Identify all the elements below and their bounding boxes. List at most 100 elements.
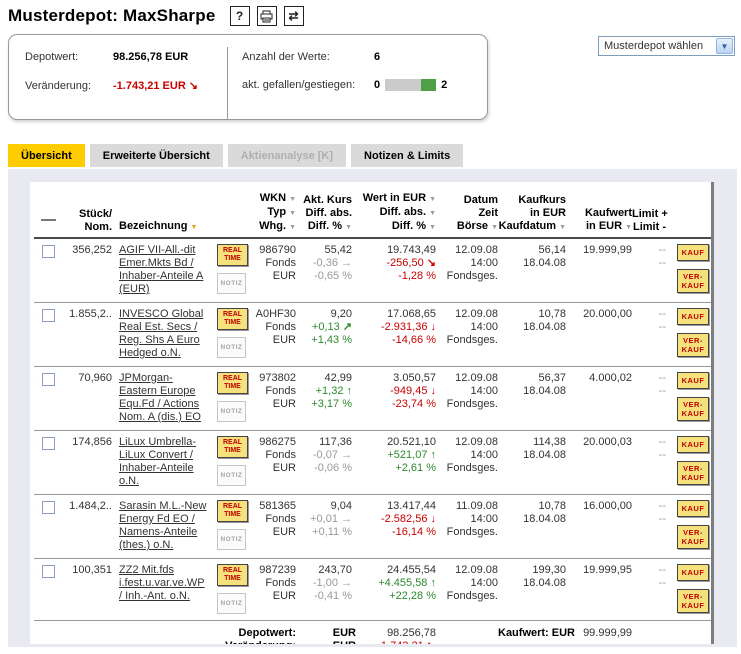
- kauf-button[interactable]: KAUF: [677, 244, 709, 261]
- instrument-link[interactable]: ZZ2 Mit.fds i.fest.u.var.ve.WP / Inh.-An…: [119, 564, 205, 602]
- kaufkurs-value: 199,30: [532, 564, 566, 576]
- verkauf-button[interactable]: VER- KAUF: [677, 333, 709, 357]
- refresh-icon[interactable]: ⇄: [283, 6, 304, 26]
- realtime-button[interactable]: REAL TIME: [217, 372, 248, 394]
- kaufwert-cell: 16.000,00: [583, 500, 632, 512]
- realtime-button-line: TIME: [224, 383, 241, 390]
- kurs-diff-pct: -0,06 %: [314, 462, 352, 474]
- kurs-value: 9,20: [330, 308, 352, 320]
- instrument-link[interactable]: AGIF VII-All.-dit Emer.Mkts Bd / Inhaber…: [119, 244, 203, 295]
- realtime-button[interactable]: REAL TIME: [217, 436, 248, 458]
- limit-cell: -- --: [632, 564, 672, 590]
- footer-veraenderung-label: Veränderung:: [34, 640, 296, 644]
- row-checkbox[interactable]: [42, 373, 55, 386]
- typ-value: Fonds: [265, 449, 296, 461]
- instrument-link[interactable]: LiLux Umbrella-LiLux Convert / Inhaber-A…: [119, 436, 196, 487]
- sort-icon[interactable]: ▼: [190, 224, 197, 231]
- notiz-button[interactable]: NOTIZ: [217, 593, 246, 614]
- depot-table-panel: Stück/Nom. Bezeichnung ▼ WKN ▼ Typ ▼ Whg. ▼ Akt. …: [30, 182, 714, 644]
- kaufwert-cell: 4.000,02: [589, 372, 632, 384]
- instrument-link[interactable]: INVESCO Global Real Est. Secs / Reg. Shs…: [119, 308, 203, 359]
- print-icon[interactable]: [256, 6, 277, 26]
- tab-erweiterte-übersicht[interactable]: Erweiterte Übersicht: [89, 144, 223, 167]
- wert-diff-pct: -14,66 %: [391, 334, 436, 346]
- wert-value: 19.743,49: [387, 244, 436, 256]
- sort-icon[interactable]: ▼: [429, 196, 436, 203]
- realtime-button[interactable]: REAL TIME: [217, 500, 248, 522]
- instrument-link[interactable]: JPMorgan-Eastern Europe Equ.Fd / Actions…: [119, 372, 201, 423]
- wert-cell: 17.068,65 -2.931,36 ↓ -14,66 %: [356, 308, 436, 347]
- page-header: Musterdepot: MaxSharpe ? ⇄: [8, 6, 741, 26]
- whg-value: EUR: [272, 590, 296, 602]
- row-buttons-cell: REAL TIME NOTIZ: [210, 308, 250, 358]
- tab-übersicht[interactable]: Übersicht: [8, 144, 85, 167]
- verkauf-button[interactable]: VER- KAUF: [677, 525, 709, 549]
- column-header-wkn: WKN ▼ Typ ▼ Whg. ▼: [250, 192, 296, 234]
- wert-diff-abs: -2.931,36 ↓: [380, 321, 436, 333]
- kauf-button[interactable]: KAUF: [677, 564, 709, 581]
- notiz-button[interactable]: NOTIZ: [217, 337, 246, 358]
- sort-icon[interactable]: ▼: [289, 196, 296, 203]
- row-buttons-cell: REAL TIME NOTIZ: [210, 500, 250, 550]
- notiz-button[interactable]: NOTIZ: [217, 465, 246, 486]
- wert-value: 3.050,57: [393, 372, 436, 384]
- realtime-button-line: REAL: [222, 311, 243, 318]
- datum-cell: 12.09.08 14:00 Fondsges.: [436, 244, 498, 283]
- verkauf-button-line: VER-: [683, 592, 703, 601]
- verkauf-button[interactable]: VER- KAUF: [677, 461, 709, 485]
- sort-icon[interactable]: ▼: [345, 224, 352, 231]
- datum-cell: 12.09.08 14:00 Fondsges.: [436, 436, 498, 475]
- sort-icon[interactable]: ▼: [559, 224, 566, 231]
- notiz-button[interactable]: NOTIZ: [217, 401, 246, 422]
- musterdepot-select[interactable]: Musterdepot wählen ▼: [598, 36, 735, 56]
- footer-currency-2: EUR: [296, 640, 356, 644]
- limit-minus-value: --: [658, 513, 666, 525]
- row-checkbox[interactable]: [42, 437, 55, 450]
- verkauf-button[interactable]: VER- KAUF: [677, 589, 709, 613]
- column-header-kurs: Akt. Kurs Diff. abs. Diff. % ▼: [296, 194, 356, 234]
- realtime-button-line: REAL: [222, 375, 243, 382]
- kauf-button[interactable]: KAUF: [677, 436, 709, 453]
- wert-cell: 24.455,54 +4.455,58 ↑ +22,28 %: [356, 564, 436, 603]
- sort-icon[interactable]: ▼: [491, 224, 498, 231]
- realtime-button[interactable]: REAL TIME: [217, 244, 248, 266]
- verkauf-button[interactable]: VER- KAUF: [677, 397, 709, 421]
- realtime-button[interactable]: REAL TIME: [217, 308, 248, 330]
- kurs-value: 55,42: [324, 244, 352, 256]
- trend-down-icon: ↘: [427, 640, 436, 644]
- verkauf-button[interactable]: VER- KAUF: [677, 269, 709, 293]
- sort-icon[interactable]: ▼: [429, 210, 436, 217]
- limit-minus-value: --: [658, 321, 666, 333]
- kurs-trend-arrow-icon: →: [341, 449, 352, 461]
- limit-minus-value: --: [658, 577, 666, 589]
- row-checkbox[interactable]: [42, 501, 55, 514]
- sort-icon[interactable]: ▼: [289, 224, 296, 231]
- kauf-button[interactable]: KAUF: [677, 308, 709, 325]
- limit-cell: -- --: [632, 308, 672, 334]
- column-header-line: Diff. abs.: [305, 207, 352, 219]
- sort-icon[interactable]: ▼: [429, 224, 436, 231]
- column-header-name: Bezeichnung ▼: [114, 220, 210, 234]
- sort-icon[interactable]: ▼: [289, 210, 296, 217]
- wkn-value: 581365: [259, 500, 296, 512]
- kaufkurs-cell: 199,30 18.04.08: [498, 564, 566, 590]
- kauf-button[interactable]: KAUF: [677, 372, 709, 389]
- row-checkbox[interactable]: [42, 245, 55, 258]
- deselect-all-dash-icon[interactable]: [41, 219, 56, 221]
- instrument-link[interactable]: Sarasin M.L.-New Energy Fd EO / Namens-A…: [119, 500, 206, 551]
- footer-depotwert-value: 98.256,78: [387, 627, 436, 639]
- row-checkbox[interactable]: [42, 565, 55, 578]
- notiz-button[interactable]: NOTIZ: [217, 529, 246, 550]
- sort-icon[interactable]: ▼: [625, 224, 632, 231]
- typ-value: Fonds: [265, 577, 296, 589]
- tab-notizen-limits[interactable]: Notizen & Limits: [351, 144, 464, 167]
- table-row: 1.855,2.. INVESCO Global Real Est. Secs /…: [34, 303, 711, 367]
- help-icon[interactable]: ?: [229, 6, 250, 26]
- realtime-button[interactable]: REAL TIME: [217, 564, 248, 586]
- kaufwert-cell: 20.000,00: [583, 308, 632, 320]
- kauf-button[interactable]: KAUF: [677, 500, 709, 517]
- row-checkbox[interactable]: [42, 309, 55, 322]
- stueck-cell: 356,252: [72, 244, 112, 256]
- kaufdatum-value: 18.04.08: [523, 513, 566, 525]
- notiz-button[interactable]: NOTIZ: [217, 273, 246, 294]
